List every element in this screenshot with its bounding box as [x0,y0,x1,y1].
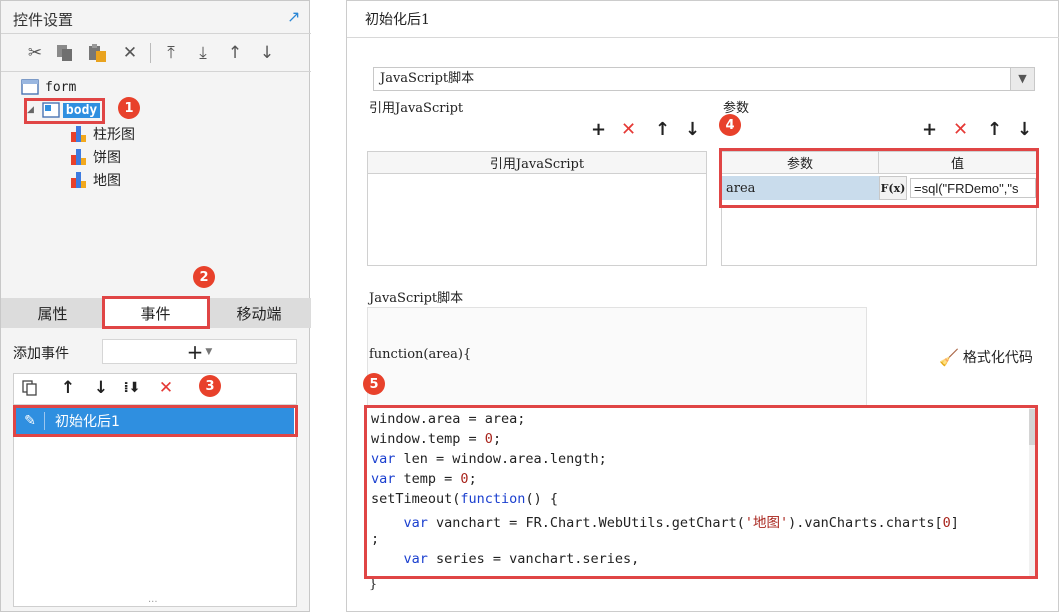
collapse-icon[interactable]: ◢ [27,105,34,115]
add-event-label: 添加事件 [13,346,69,362]
sort-icon[interactable]: ⁞⬇ [122,378,142,398]
add-icon[interactable]: + [922,119,937,140]
move-down-icon[interactable]: ↓ [257,43,277,63]
divider [14,404,296,405]
add-icon: + [186,339,204,364]
delete-icon[interactable]: ✕ [953,119,968,140]
divider [1,71,311,72]
script-section-label: JavaScript脚本 [369,291,464,306]
move-top-icon[interactable]: ⤒ [161,43,181,63]
param-value: =sql("FRDemo","s [914,180,1019,196]
function-signature: function(area){ [369,347,472,362]
paste-icon[interactable] [87,43,107,63]
divider [347,37,1059,38]
tree-item-body[interactable]: ◢ body [27,102,101,118]
move-up-icon[interactable]: ↑ [655,119,670,140]
resize-grip[interactable]: ··· [148,597,158,608]
closing-brace: } [369,577,378,592]
code-scrollbar[interactable] [1029,407,1037,577]
move-up-icon[interactable]: ↑ [987,119,1002,140]
code-line: setTimeout(function() { [371,491,558,507]
expand-icon[interactable]: ↗ [287,7,300,26]
delete-icon[interactable]: ✕ [120,43,140,63]
event-item[interactable]: ✎ 初始化后1 [16,408,294,434]
code-line: window.temp = 0; [371,431,502,447]
dropdown-arrow-icon: ▼ [205,346,213,357]
event-editor-panel: 初始化后1 JavaScript脚本 ▼ 引用JavaScript + ✕ ↑ … [346,0,1059,612]
event-list-panel: ↑ ↓ ⁞⬇ ✕ ✎ 初始化后1 [13,373,297,607]
params-section-label: 参数 [723,101,750,116]
script-type-select[interactable]: JavaScript脚本 ▼ [373,67,1035,91]
step-badge-3: 3 [199,375,221,397]
chevron-down-icon[interactable]: ▼ [1010,68,1034,90]
tree-item-bar-chart[interactable]: 柱形图 [71,124,135,144]
tab-mobile[interactable]: 移动端 [207,298,311,328]
chart-icon [71,126,87,142]
move-up-icon[interactable]: ↑ [225,43,245,63]
widget-settings-panel: 控件设置 ↗ ✂ ✕ ⤒ ⤓ ↑ ↓ form ◢ body 1 柱形图 饼图 … [0,0,311,612]
move-up-icon[interactable]: ↑ [58,378,78,398]
form-icon [21,79,39,95]
move-down-icon[interactable]: ↓ [1017,119,1032,140]
step-badge-5: 5 [363,373,385,395]
code-editor[interactable]: window.area = area; window.temp = 0; var… [367,407,1037,579]
tree-item-map-chart[interactable]: 地图 [71,170,121,190]
panel-title: 控件设置 [13,11,74,29]
tree-label: 饼图 [93,150,121,166]
tree-label: body [62,102,101,118]
copy-icon[interactable] [55,43,75,63]
code-line: ; [371,531,380,547]
format-code-button[interactable]: 🧹 格式化代码 [939,347,1033,367]
cut-icon[interactable]: ✂ [25,43,45,63]
value-column-header: 值 [879,152,1036,174]
chart-icon [71,172,87,188]
param-name: area [726,180,756,196]
event-name: 初始化后1 [55,414,120,430]
ref-js-column-header: 引用JavaScript [368,152,706,174]
tree-label: 柱形图 [93,127,135,143]
tree-label: form [45,79,77,95]
move-down-icon[interactable]: ↓ [91,378,111,398]
code-line: window.area = area; [371,411,526,427]
script-type-value: JavaScript脚本 [380,71,475,86]
separator [44,412,45,430]
code-line: var vanchart = FR.Chart.WebUtils.getChar… [403,515,959,531]
step-badge-2: 2 [193,266,215,288]
param-column-header: 参数 [722,152,879,174]
formula-button[interactable]: F(x) [879,176,907,200]
params-table: 参数 值 area F(x) =sql("FRDemo","s [721,151,1037,266]
move-bottom-icon[interactable]: ⤓ [193,43,213,63]
add-icon[interactable]: + [591,119,606,140]
property-tabs: 属性 事件 移动端 [1,298,311,328]
ref-js-table: 引用JavaScript [367,151,707,266]
tree-item-form[interactable]: form [21,79,76,95]
divider [1,33,311,34]
delete-icon[interactable]: ✕ [156,378,176,398]
toolbar-separator [150,43,151,63]
step-badge-4: 4 [719,114,741,136]
delete-icon[interactable]: ✕ [621,119,636,140]
chart-icon [71,149,87,165]
format-code-label: 格式化代码 [962,350,1033,366]
tree-item-pie-chart[interactable]: 饼图 [71,147,121,167]
copy-icon[interactable] [20,378,40,398]
scrollbar-thumb[interactable] [1029,409,1037,445]
param-name-cell[interactable]: area [722,176,879,200]
broom-icon: 🧹 [939,347,959,367]
move-down-icon[interactable]: ↓ [685,119,700,140]
body-icon [42,102,60,118]
ref-js-section-label: 引用JavaScript [369,101,464,116]
code-line: var len = window.area.length; [371,451,607,467]
code-line: var temp = 0; [371,471,477,487]
edit-pencil-icon: ✎ [24,413,36,429]
step-badge-1: 1 [118,97,140,119]
editor-title: 初始化后1 [365,12,430,28]
tab-properties[interactable]: 属性 [1,298,104,328]
code-line: var series = vanchart.series, [403,551,640,567]
add-event-button[interactable]: + ▼ [102,339,297,364]
fx-icon: F(x) [880,181,906,195]
tree-label: 地图 [93,173,121,189]
param-value-field[interactable]: =sql("FRDemo","s [910,178,1036,198]
tab-events[interactable]: 事件 [104,298,207,328]
